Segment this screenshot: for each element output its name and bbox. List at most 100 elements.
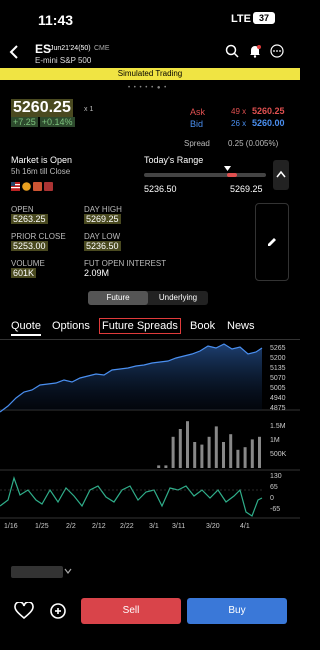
oscillator-line [0,475,263,517]
price-axis-label: 5135 [270,365,286,372]
price-axis-label: 4875 [270,405,286,412]
day-low-label: DAY LOW [84,232,121,241]
price-change: +7.25 +0.14% [11,117,77,127]
bid-label: Bid [190,119,204,129]
future-underlying-toggle: Future Underlying [88,291,208,305]
day-high-label: DAY HIGH [84,205,122,214]
change-value: +7.25 [11,117,38,127]
oscillator-axis-label: -65 [270,506,280,513]
volume-value: 601K [11,268,37,278]
contract: Jun21'24(50) [50,45,91,52]
page-indicator: • • • • • ● • [128,85,168,91]
instrument-name: E-mini S&P 500 [35,56,92,65]
prior-close-label: PRIOR CLOSE [11,232,66,241]
tab-future-spreads[interactable]: Future Spreads [99,318,181,334]
volume-bar [222,442,225,468]
x-axis-tick: 2/12 [92,523,106,530]
spread-label: Spread [184,139,210,148]
volume-bar [157,465,161,468]
volume-axis-label: 500K [270,451,287,458]
tab-news[interactable]: News [227,320,255,332]
ask-label: Ask [190,107,206,117]
change-percent: +0.14% [39,117,75,127]
chevron-up-icon [276,170,286,178]
range-marker [226,173,237,177]
oscillator-axis-label: 130 [270,473,282,480]
oscillator-axis-label: 65 [270,484,278,491]
us-flag-icon [11,182,20,191]
pencil-icon [268,238,276,246]
volume-bar [200,444,204,468]
underlying-segment[interactable]: Underlying [148,291,208,305]
timeframe-strip [0,543,300,555]
range-bar [144,173,266,177]
day-low-value: 5236.50 [84,241,121,251]
exchange: CME [94,45,110,52]
price-chart[interactable]: 5265 5200 5135 5070 5005 4940 4875 1.5M 1M 500K 13… [0,340,300,540]
alarm-add-icon[interactable] [48,600,68,620]
future-segment[interactable]: Future [88,291,148,305]
range-high: 5269.25 [230,184,263,194]
open-value: 5263.25 [11,214,48,224]
x-axis-tick: 2/2 [66,523,76,530]
bid-price: 5260.00 [252,118,285,128]
last-price: 5260.25 [11,99,73,117]
edit-panel[interactable] [255,203,289,281]
x-axis-tick: 1/25 [35,523,49,530]
heart-icon[interactable] [14,602,34,620]
market-close-time: 5h 16m till Close [11,167,71,176]
volume-label: VOLUME [11,259,45,268]
open-interest-label: FUT OPEN INTEREST [84,259,167,268]
open-label: OPEN [11,205,34,214]
x-axis-tick: 3/1 [149,523,159,530]
price-multiplier: x 1 [84,106,94,113]
tab-options[interactable]: Options [52,320,90,332]
battery-icon: 37 [253,12,275,24]
status-time: 11:43 [38,12,74,28]
more-icon[interactable] [270,44,284,58]
network-label: LTE [231,13,251,25]
search-icon[interactable] [225,44,239,58]
volume-bar [193,442,197,468]
ask-size: 49 x [231,107,247,116]
chevron-down-icon[interactable] [64,568,72,574]
range-low: 5236.50 [144,184,177,194]
volume-axis-label: 1M [270,437,280,444]
range-pointer-icon [223,166,231,171]
price-axis-label: 5070 [270,375,286,382]
sell-button[interactable]: Sell [81,598,181,624]
bid-size: 26 x [231,119,247,128]
spread-value: 0.25 (0.005%) [228,139,279,148]
badge-icon [22,182,31,191]
tab-bar: Quote Options Future Spreads Book News [0,316,300,340]
volume-bar [258,436,261,468]
x-axis-tick: 1/16 [4,523,18,530]
todays-range-label: Today's Range [144,155,204,165]
x-axis-tick: 4/1 [240,523,250,530]
volume-bar [236,449,240,468]
price-axis-label: 5005 [270,385,286,392]
volume-bar [178,429,182,468]
tab-quote[interactable]: Quote [11,320,41,336]
bell-icon[interactable] [248,44,262,58]
x-axis-tick: 2/22 [120,523,134,530]
back-icon[interactable] [8,44,20,60]
oscillator-axis-label: 0 [270,495,274,502]
account-selector[interactable] [11,566,63,578]
volume-bar [250,439,254,468]
simulated-trading-banner: Simulated Trading [0,68,300,80]
market-flags [11,182,53,191]
tab-book[interactable]: Book [190,320,215,332]
expand-toggle[interactable] [273,160,289,190]
volume-bar [243,447,247,468]
prior-close-value: 5253.00 [11,241,48,251]
open-interest-value: 2.09M [84,268,110,278]
symbol: ES [35,42,52,56]
day-high-value: 5269.25 [84,214,121,224]
ask-price: 5260.25 [252,106,285,116]
buy-button[interactable]: Buy [187,598,287,624]
chart-badge-icon [33,182,42,191]
price-area [0,344,262,412]
volume-bar [164,465,168,468]
info-badge-icon [44,182,53,191]
